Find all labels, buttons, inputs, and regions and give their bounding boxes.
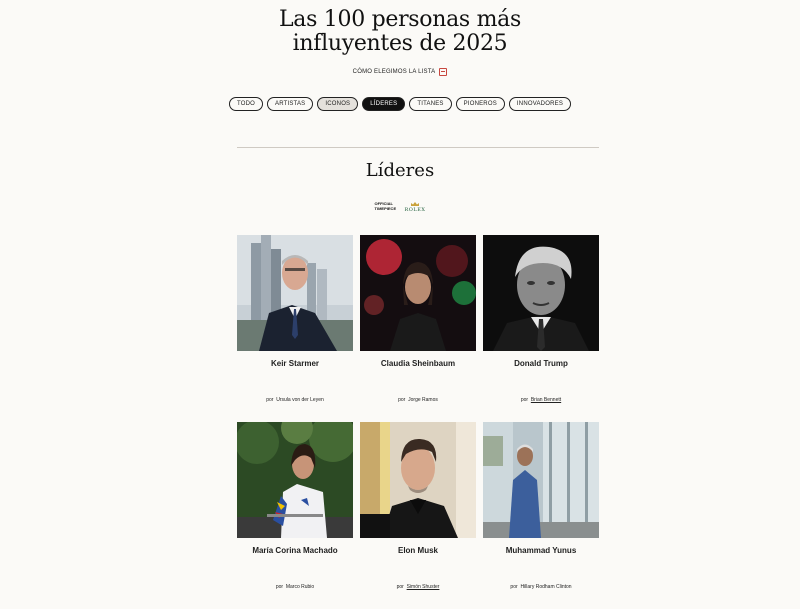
person-name: Claudia Sheinbaum bbox=[380, 359, 456, 368]
byline-author-link[interactable]: Brian Bennett bbox=[531, 397, 561, 403]
section-divider bbox=[237, 147, 599, 148]
byline-prefix: por bbox=[275, 584, 284, 590]
rolex-brand: ROLEX bbox=[404, 207, 426, 213]
person-photo bbox=[360, 422, 476, 538]
expand-icon bbox=[439, 68, 448, 76]
byline-prefix: por bbox=[266, 397, 274, 403]
person-photo bbox=[237, 422, 353, 538]
category-tabs: TODO ARTISTAS ICONOS LÍDERES TITANES PIO… bbox=[0, 97, 800, 111]
page-title: Las 100 personas más influyentes de 2025 bbox=[279, 7, 521, 56]
tab-todo[interactable]: TODO bbox=[228, 97, 263, 111]
tab-artistas[interactable]: ARTISTAS bbox=[267, 97, 314, 111]
byline-prefix: por bbox=[396, 584, 404, 590]
person-name: Donald Trump bbox=[514, 359, 568, 368]
byline-prefix: por bbox=[398, 397, 406, 403]
person-photo bbox=[360, 235, 476, 351]
byline-author-link[interactable]: Simón Shuster bbox=[407, 584, 440, 590]
tab-pioneros[interactable]: PIONEROS bbox=[455, 97, 505, 111]
person-byline: por Ursula von der Leyen bbox=[237, 397, 353, 403]
tab-innovadores[interactable]: INNOVADORES bbox=[508, 97, 572, 111]
person-name: María Corina Machado bbox=[252, 546, 338, 555]
tab-titanes[interactable]: TITANES bbox=[409, 97, 452, 111]
person-photo bbox=[237, 235, 353, 351]
person-card[interactable]: Elon Musk por Simón Shuster bbox=[360, 422, 476, 609]
person-card[interactable]: Donald Trump por Brian Bennett bbox=[483, 235, 599, 422]
person-photo bbox=[483, 422, 599, 538]
person-card[interactable]: María Corina Machado por Marco Rubio bbox=[237, 422, 353, 609]
rolex-logo: ROLEX bbox=[405, 201, 426, 213]
person-byline: por Marco Rubio bbox=[237, 584, 353, 590]
person-card[interactable]: Keir Starmer por Ursula von der Leyen bbox=[237, 235, 353, 422]
byline-author: Hillary Rodham Clinton bbox=[520, 584, 572, 590]
byline-author: Marco Rubio bbox=[285, 584, 315, 590]
person-byline: por Hillary Rodham Clinton bbox=[483, 584, 599, 590]
tab-lideres[interactable]: LÍDERES bbox=[362, 97, 406, 111]
how-we-chose-link[interactable]: CÓMO ELEGIMOS LA LISTA bbox=[353, 68, 448, 76]
person-name: Elon Musk bbox=[397, 546, 438, 555]
sponsor-block: OFFICIAL TIMEPIECE ROLEX bbox=[0, 201, 800, 213]
person-name: Keir Starmer bbox=[270, 359, 320, 368]
person-photo bbox=[483, 235, 599, 351]
sponsor-label: OFFICIAL TIMEPIECE bbox=[374, 201, 397, 211]
byline-author: Jorge Ramos bbox=[408, 397, 438, 403]
person-card[interactable]: Muhammad Yunus por Hillary Rodham Clinto… bbox=[483, 422, 599, 609]
person-card[interactable]: Claudia Sheinbaum por Jorge Ramos bbox=[360, 235, 476, 422]
person-byline: por Brian Bennett bbox=[483, 397, 599, 403]
person-byline: por Simón Shuster bbox=[360, 584, 476, 590]
byline-prefix: por bbox=[520, 397, 529, 403]
people-grid: Keir Starmer por Ursula von der Leyen Cl… bbox=[237, 235, 599, 609]
byline-prefix: por bbox=[510, 584, 518, 590]
tab-iconos[interactable]: ICONOS bbox=[317, 97, 359, 111]
how-we-chose-label: CÓMO ELEGIMOS LA LISTA bbox=[352, 69, 436, 75]
person-name: Muhammad Yunus bbox=[505, 546, 577, 555]
section-title: Líderes bbox=[365, 160, 435, 181]
how-we-chose: CÓMO ELEGIMOS LA LISTA bbox=[0, 68, 800, 76]
byline-author: Ursula von der Leyen bbox=[276, 397, 324, 403]
person-byline: por Jorge Ramos bbox=[360, 397, 476, 403]
